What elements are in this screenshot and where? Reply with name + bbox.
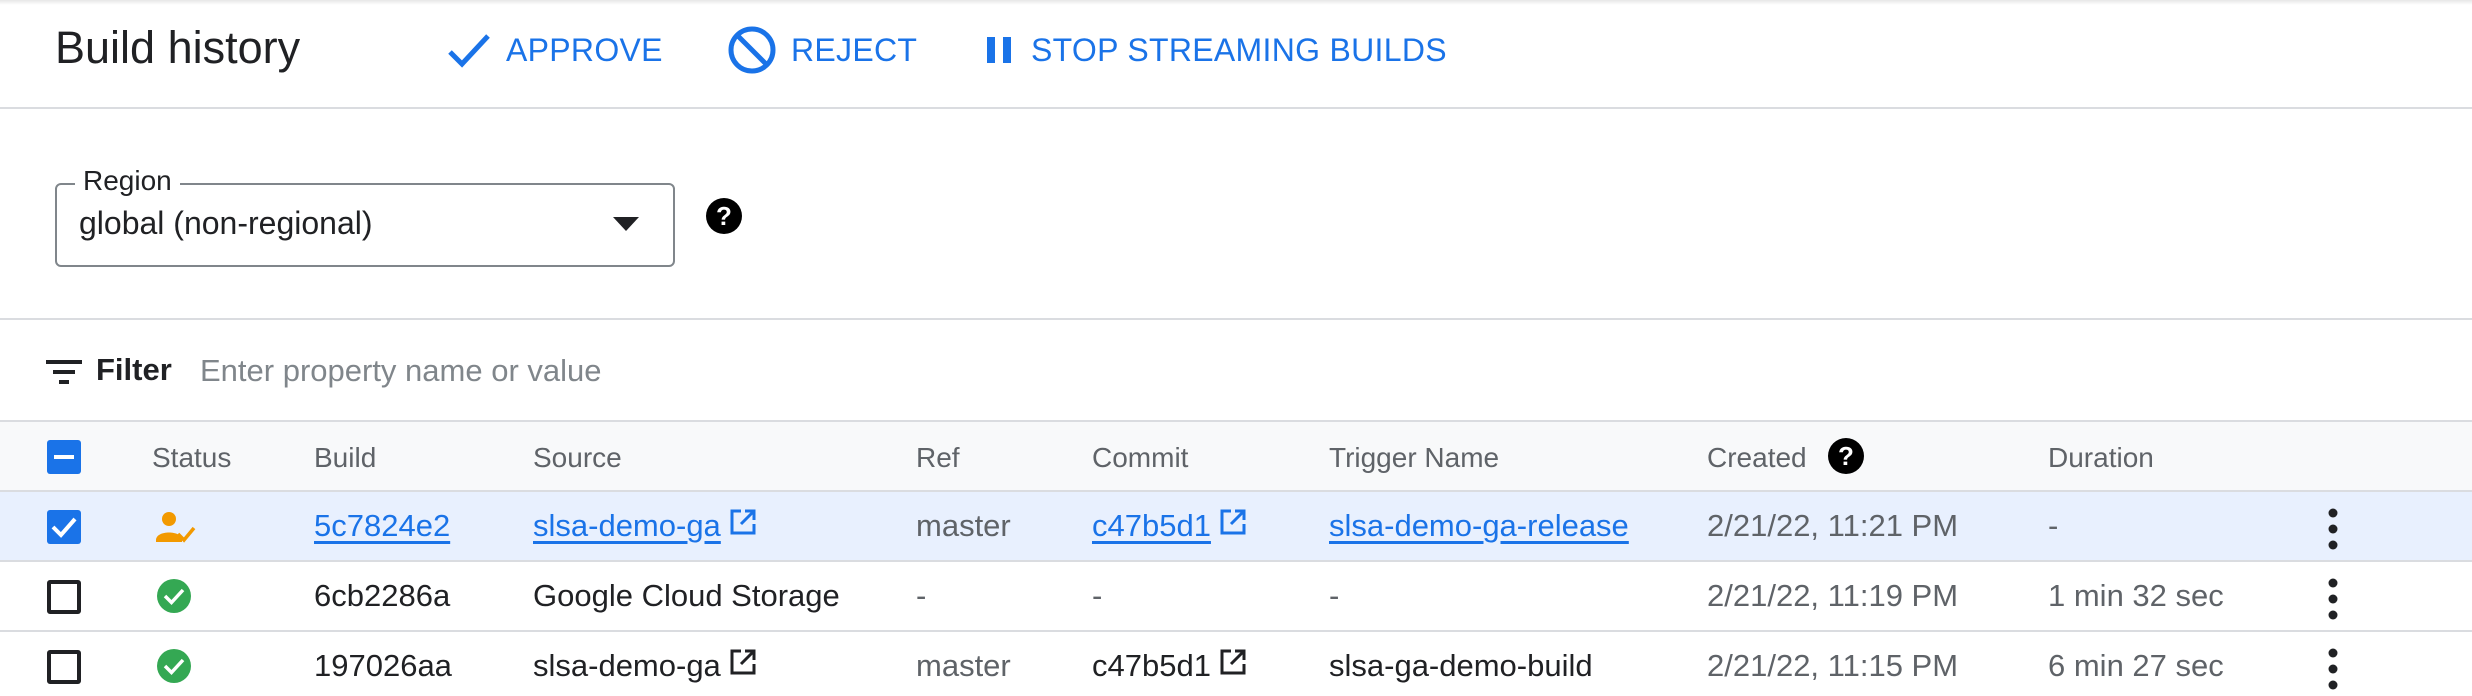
- success-icon: [156, 648, 192, 689]
- ref-cell: master: [916, 508, 1011, 543]
- row-checkbox[interactable]: [47, 650, 81, 684]
- more-vert-icon[interactable]: [2318, 577, 2348, 626]
- trigger-name-cell: -: [1329, 578, 1340, 613]
- success-icon: [156, 578, 192, 619]
- reject-button[interactable]: REJECT: [727, 26, 917, 74]
- select-all-checkbox[interactable]: [47, 440, 81, 474]
- stop-streaming-button[interactable]: STOP STREAMING BUILDS: [985, 26, 1447, 74]
- duration-cell: 1 min 32 sec: [2048, 578, 2224, 613]
- block-icon: [727, 25, 777, 75]
- row-checkbox[interactable]: [47, 510, 81, 544]
- table-row[interactable]: 197026aa slsa-demo-ga master c47b5d1 sls…: [0, 632, 2472, 694]
- ref-cell: -: [916, 578, 927, 613]
- toolbar: Build history APPROVE REJECT STOP STREAM…: [0, 0, 2472, 109]
- row-checkbox[interactable]: [47, 580, 81, 614]
- column-status[interactable]: Status: [152, 442, 231, 474]
- column-source[interactable]: Source: [533, 442, 622, 474]
- column-created[interactable]: Created: [1707, 442, 1807, 474]
- column-build[interactable]: Build: [314, 442, 376, 474]
- check-icon: [446, 30, 492, 70]
- duration-cell: -: [2048, 508, 2059, 543]
- build-id: 6cb2286a: [314, 578, 451, 613]
- commit-cell: c47b5d1: [1092, 648, 1247, 684]
- source-text: slsa-demo-ga: [533, 648, 721, 683]
- commit-cell: -: [1092, 578, 1103, 613]
- open-in-new-icon[interactable]: [729, 648, 757, 684]
- approve-label: APPROVE: [506, 31, 663, 68]
- created-cell: 2/21/22, 11:15 PM: [1707, 648, 1959, 683]
- approve-button[interactable]: APPROVE: [446, 26, 663, 74]
- stop-streaming-label: STOP STREAMING BUILDS: [1031, 31, 1447, 68]
- commit-cell: c47b5d1: [1092, 508, 1247, 544]
- caret-down-icon: [613, 217, 639, 236]
- source-cell: slsa-demo-ga: [533, 508, 757, 544]
- build-id: 197026aa: [314, 648, 452, 683]
- open-in-new-icon[interactable]: [1219, 648, 1247, 684]
- commit-link[interactable]: c47b5d1: [1092, 508, 1211, 544]
- column-trigger-name[interactable]: Trigger Name: [1329, 442, 1499, 474]
- filter-label: Filter: [96, 352, 172, 387]
- help-icon[interactable]: ?: [706, 198, 742, 239]
- source-cell: slsa-demo-ga: [533, 648, 757, 684]
- filter-input[interactable]: [198, 350, 1102, 392]
- source-cell: Google Cloud Storage: [533, 578, 840, 613]
- more-vert-icon[interactable]: [2318, 507, 2348, 556]
- page-title: Build history: [55, 22, 301, 73]
- created-help-icon[interactable]: ?: [1828, 438, 1864, 479]
- source-link[interactable]: slsa-demo-ga: [533, 508, 721, 544]
- svg-text:?: ?: [716, 201, 732, 231]
- region-select[interactable]: Region global (non-regional): [55, 165, 675, 267]
- table-row[interactable]: 5c7824e2 slsa-demo-ga master c47b5d1 sls…: [0, 492, 2472, 562]
- reject-label: REJECT: [791, 31, 918, 68]
- pause-icon: [985, 35, 1015, 65]
- svg-text:?: ?: [1838, 441, 1854, 471]
- created-cell: 2/21/22, 11:19 PM: [1707, 578, 1959, 613]
- created-cell: 2/21/22, 11:21 PM: [1707, 508, 1959, 543]
- more-vert-icon[interactable]: [2318, 647, 2348, 696]
- table-row[interactable]: 6cb2286a Google Cloud Storage - - - 2/21…: [0, 562, 2472, 632]
- region-value: global (non-regional): [79, 205, 373, 241]
- filter-bar: Filter: [0, 318, 2472, 422]
- region-label: Region: [75, 165, 180, 197]
- column-commit[interactable]: Commit: [1092, 442, 1188, 474]
- column-ref[interactable]: Ref: [916, 442, 960, 474]
- filter-icon: [46, 358, 82, 391]
- column-duration[interactable]: Duration: [2048, 442, 2154, 474]
- trigger-name-link[interactable]: slsa-demo-ga-release: [1329, 508, 1629, 544]
- awaiting-approval-icon: [156, 510, 196, 551]
- commit-text: c47b5d1: [1092, 648, 1211, 683]
- build-id-link[interactable]: 5c7824e2: [314, 508, 450, 544]
- trigger-name-cell: slsa-ga-demo-build: [1329, 648, 1593, 683]
- open-in-new-icon[interactable]: [1219, 508, 1247, 544]
- open-in-new-icon[interactable]: [729, 508, 757, 544]
- ref-cell: master: [916, 648, 1011, 683]
- duration-cell: 6 min 27 sec: [2048, 648, 2224, 683]
- table-header: Status Build Source Ref Commit Trigger N…: [0, 422, 2472, 492]
